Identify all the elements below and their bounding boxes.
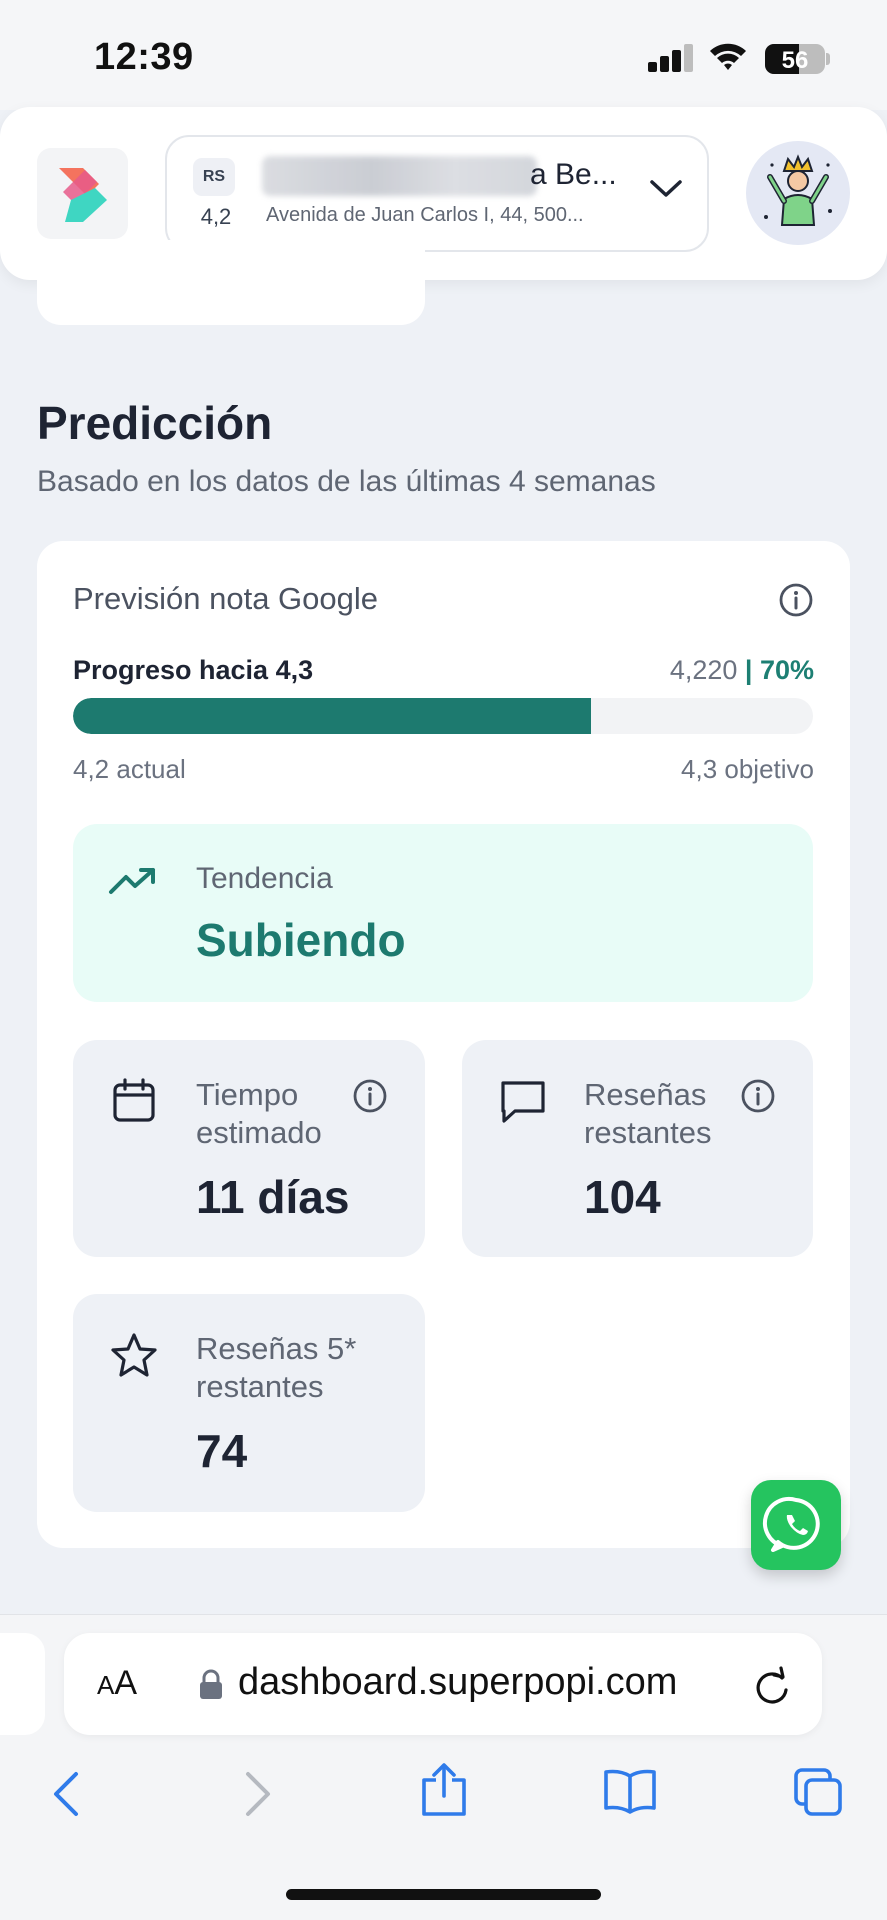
- share-icon[interactable]: [420, 1762, 468, 1823]
- info-icon[interactable]: [778, 582, 814, 623]
- progress-label: Progreso hacia 4,3: [73, 655, 314, 685]
- trend-value: Subiendo: [196, 914, 406, 966]
- stat-label-line2: estimado: [196, 1115, 322, 1150]
- avatar[interactable]: [746, 141, 850, 245]
- app-logo[interactable]: [37, 148, 128, 239]
- bookmarks-icon[interactable]: [602, 1768, 658, 1819]
- current-rating: 4,2: [200, 204, 232, 229]
- rating-source-badge: RS: [193, 158, 235, 196]
- whatsapp-icon: [762, 1496, 820, 1552]
- estimated-time-stat: Tiempo estimado 11 días: [73, 1040, 425, 1257]
- section-subtitle: Basado en los datos de las últimas 4 sem…: [37, 465, 656, 498]
- home-indicator: [286, 1889, 601, 1900]
- business-name-redacted: [262, 156, 537, 196]
- trend-label: Tendencia: [196, 862, 333, 895]
- stat-label-line2: restantes: [196, 1369, 324, 1404]
- business-address: Avenida de Juan Carlos I, 44, 500...: [266, 204, 584, 226]
- info-icon[interactable]: [740, 1078, 776, 1119]
- message-icon: [498, 1078, 548, 1131]
- stat-value: 74: [196, 1425, 248, 1477]
- chevron-down-icon[interactable]: [648, 177, 684, 206]
- trend-panel: [73, 824, 813, 1002]
- trending-up-icon: [108, 866, 158, 903]
- tabs-icon[interactable]: [792, 1766, 844, 1823]
- progress-bar: [73, 698, 813, 734]
- info-icon[interactable]: [352, 1078, 388, 1119]
- forward-icon[interactable]: [242, 1770, 274, 1823]
- business-name: a Be...: [530, 158, 617, 191]
- progress-separator: |: [737, 655, 760, 685]
- stat-label-line1: Tiempo: [196, 1077, 299, 1112]
- stat-label-line2: restantes: [584, 1115, 712, 1150]
- cellular-signal-icon: [648, 44, 693, 72]
- calendar-icon: [111, 1078, 157, 1129]
- progress-bar-fill: [73, 698, 591, 734]
- progress-value: 4,220: [669, 655, 738, 685]
- stat-label-line1: Reseñas 5*: [196, 1331, 357, 1366]
- previous-card: [37, 240, 425, 325]
- section-title: Predicción: [37, 397, 273, 449]
- battery-icon: 56: [765, 44, 825, 74]
- card-title: Previsión nota Google: [73, 581, 379, 616]
- current-rating-label: 4,2 actual: [73, 754, 186, 784]
- progress-values: 4,220 | 70%: [670, 655, 814, 686]
- stat-value: 104: [584, 1171, 661, 1223]
- wifi-icon: [708, 40, 748, 77]
- stat-label-line1: Reseñas: [584, 1077, 707, 1112]
- remaining-reviews-stat: Reseñas restantes 104: [462, 1040, 813, 1257]
- url-text[interactable]: dashboard.superpopi.com: [238, 1661, 677, 1704]
- text-size-button[interactable]: AA: [97, 1664, 137, 1703]
- previous-tab[interactable]: [0, 1633, 45, 1735]
- target-rating-label: 4,3 objetivo: [681, 754, 814, 784]
- battery-percent: 56: [781, 47, 809, 74]
- star-icon: [109, 1332, 159, 1385]
- back-icon[interactable]: [50, 1770, 82, 1823]
- whatsapp-button[interactable]: [751, 1480, 841, 1570]
- status-time: 12:39: [94, 36, 194, 78]
- stat-value: 11 días: [196, 1171, 350, 1223]
- progress-percent: 70%: [759, 655, 814, 685]
- battery-tip: [826, 53, 830, 65]
- reload-icon[interactable]: [752, 1666, 792, 1713]
- remaining-five-star-stat: Reseñas 5* restantes 74: [73, 1294, 425, 1512]
- lock-icon: [198, 1669, 224, 1706]
